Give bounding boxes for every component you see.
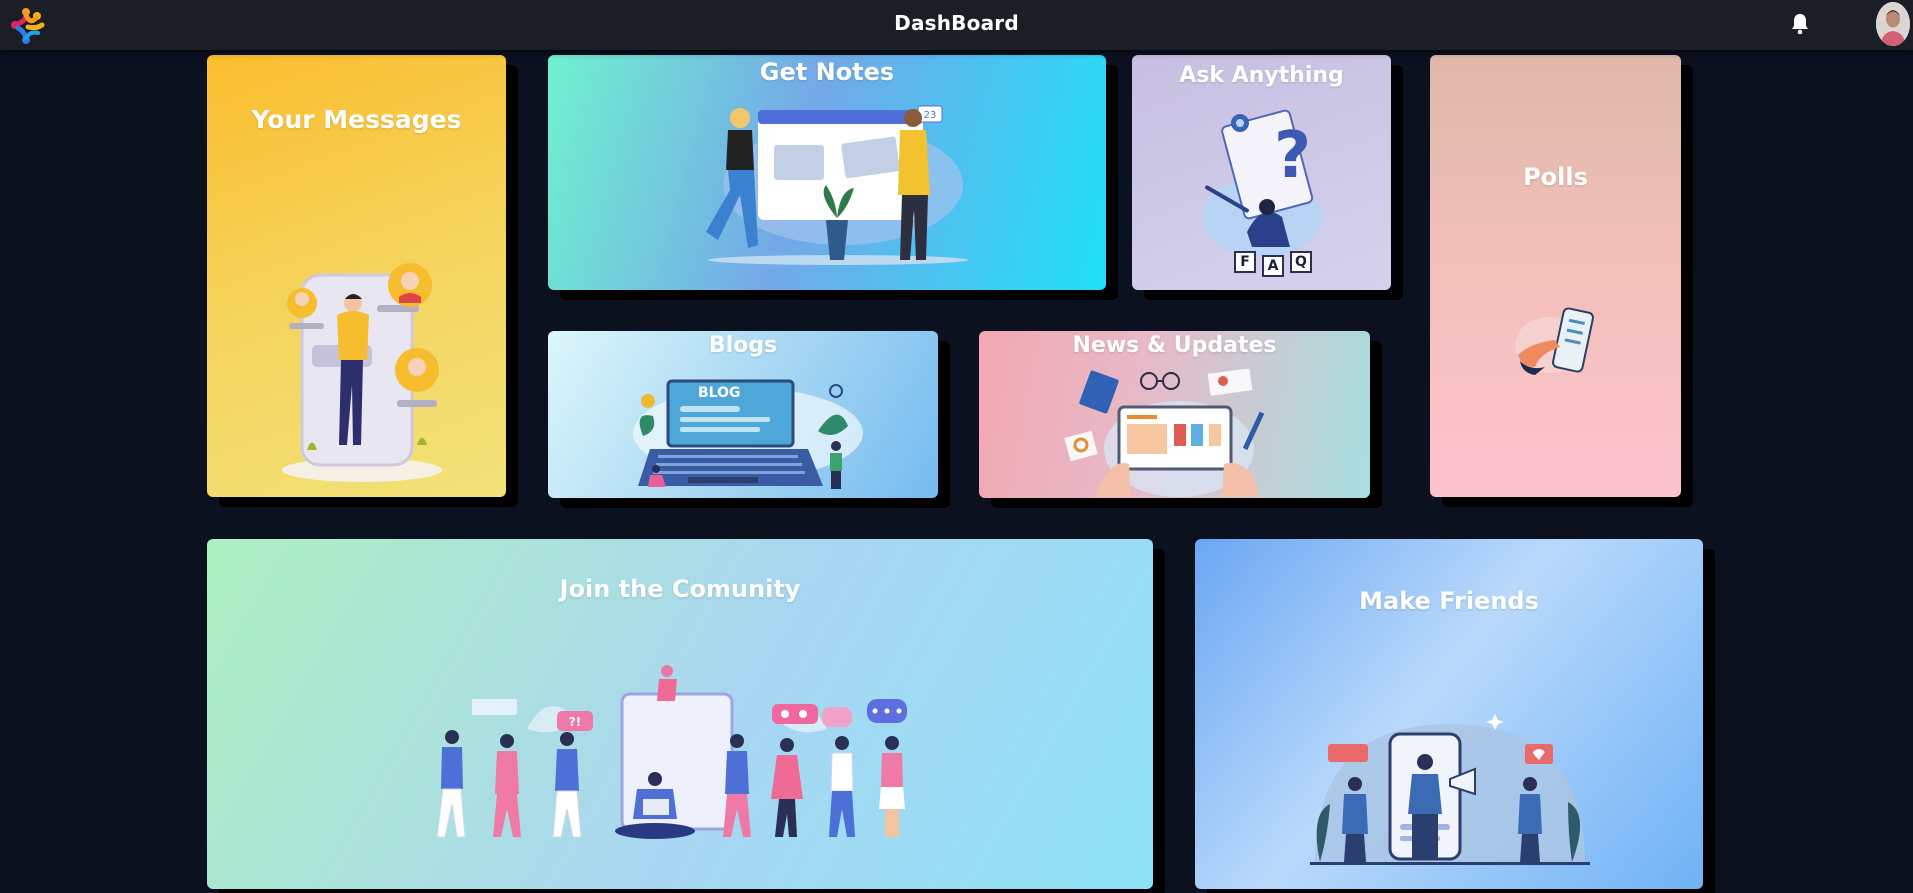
card-your-messages[interactable]: Your Messages <box>207 55 506 497</box>
user-avatar-icon <box>1876 2 1910 46</box>
friends-phone-illustration-icon <box>1310 714 1590 865</box>
notes-date-badge: 23 <box>924 110 937 121</box>
community-bubble-text: ?! <box>569 715 581 729</box>
card-title-friends: Make Friends <box>1359 587 1539 615</box>
card-title-community: Join the Comunity <box>559 575 801 603</box>
news-tablet-illustration-icon <box>1064 369 1265 497</box>
top-bar: DashBoard <box>0 0 1913 50</box>
question-mark-icon: ? <box>1274 119 1311 193</box>
card-news-updates[interactable]: News & Updates <box>979 331 1370 498</box>
card-title-polls: Polls <box>1523 163 1588 191</box>
card-title-notes: Get Notes <box>759 58 895 86</box>
poll-phone-illustration-icon <box>1515 307 1594 375</box>
community-crowd-illustration-icon: ?! <box>436 665 907 839</box>
faq-tile-q: Q <box>1290 251 1312 273</box>
card-join-community[interactable]: Join the Comunity ?! <box>207 539 1153 889</box>
card-get-notes[interactable]: Get Notes 23 <box>548 55 1106 290</box>
faq-tile-f: F <box>1234 251 1256 273</box>
blog-screen-label: BLOG <box>698 385 741 401</box>
avatar[interactable] <box>1876 2 1910 46</box>
messages-illustration-icon <box>282 263 442 482</box>
card-title-ask: Ask Anything <box>1179 63 1344 88</box>
card-title-messages: Your Messages <box>251 105 462 134</box>
card-polls[interactable]: Polls <box>1430 55 1681 497</box>
card-title-blogs: Blogs <box>708 333 778 358</box>
card-blogs[interactable]: Blogs BLOG <box>548 331 938 498</box>
card-ask-anything[interactable]: Ask Anything ? F A Q <box>1132 55 1391 290</box>
card-make-friends[interactable]: Make Friends <box>1195 539 1703 889</box>
faq-tiles: F A Q <box>1234 251 1314 277</box>
bell-icon[interactable] <box>1788 12 1812 36</box>
page-title: DashBoard <box>894 11 1019 35</box>
card-title-news: News & Updates <box>1072 333 1277 358</box>
blog-laptop-illustration-icon: BLOG <box>633 379 863 489</box>
notes-illustration-icon: 23 <box>706 105 968 265</box>
faq-tile-a: A <box>1262 255 1284 277</box>
